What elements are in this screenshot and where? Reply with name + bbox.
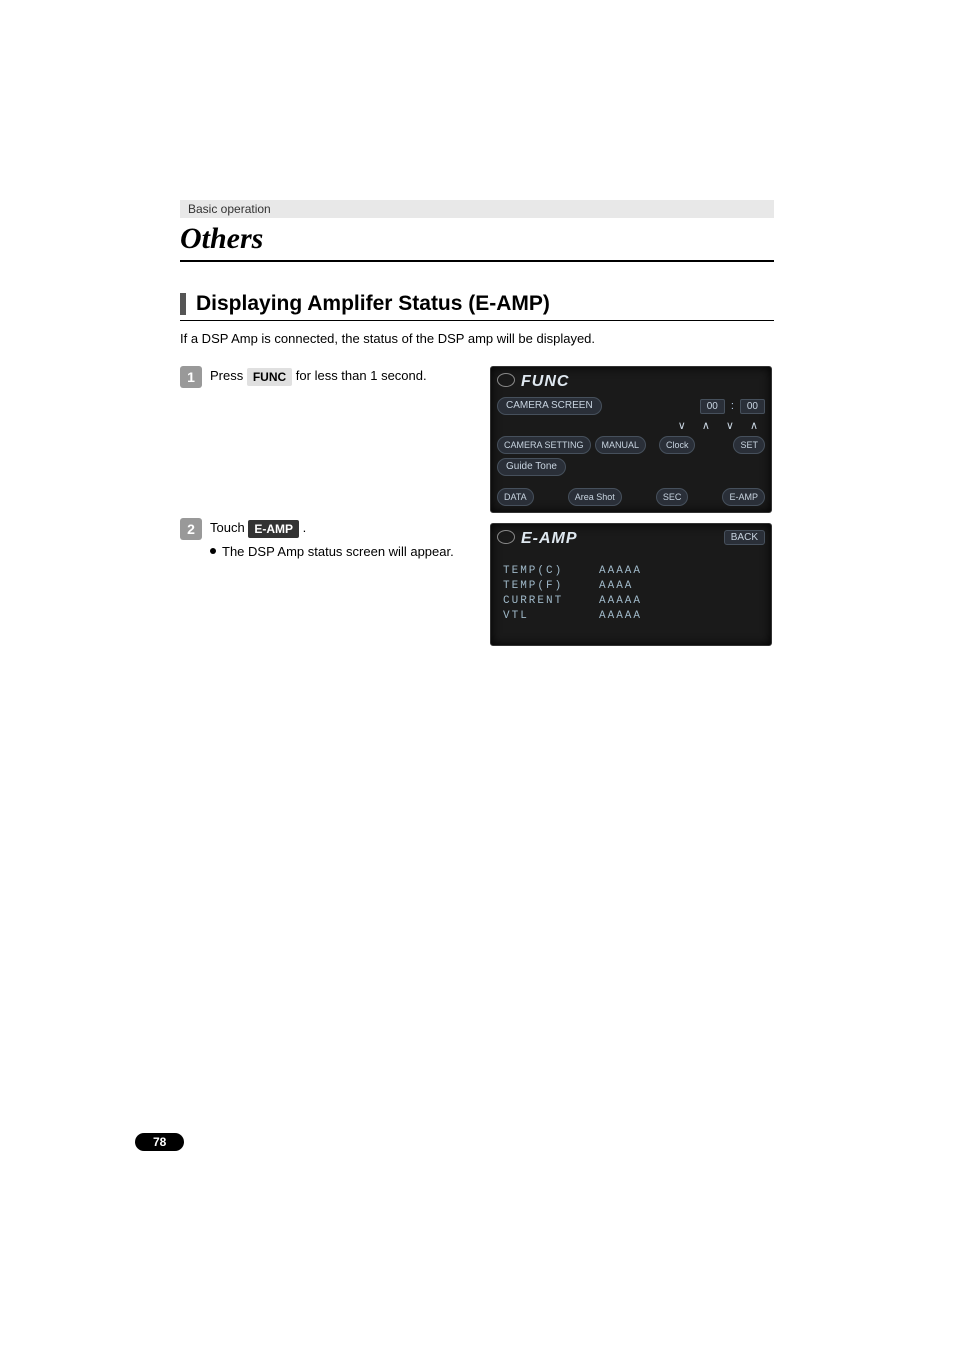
guide-tone-button[interactable]: Guide Tone: [497, 458, 566, 476]
clock-sep: :: [731, 400, 734, 412]
camera-screen-button[interactable]: CAMERA SCREEN: [497, 397, 602, 415]
sec-button[interactable]: SEC: [656, 488, 689, 506]
eamp-screen-title: E-AMP: [521, 530, 578, 547]
status-value: AAAAA: [599, 610, 642, 622]
eamp-screen: E-AMP BACK TEMP(C) AAAAA TEMP(F) AAAA CU…: [490, 523, 772, 646]
status-label: TEMP(C): [503, 565, 583, 577]
area-shot-button[interactable]: Area Shot: [568, 488, 622, 506]
step-1: 1 Press FUNC for less than 1 second.: [180, 366, 460, 388]
clock-hour: 00: [700, 399, 725, 414]
status-value: AAAAA: [599, 595, 642, 607]
status-row-vtl: VTL AAAAA: [503, 610, 759, 622]
step-badge-2: 2: [180, 518, 202, 540]
eamp-key: E-AMP: [248, 520, 299, 538]
chevron-up-icon[interactable]: ∧: [747, 419, 761, 432]
step2-post: .: [303, 520, 307, 535]
camera-setting-button[interactable]: CAMERA SETTING: [497, 436, 591, 454]
step1-post: for less than 1 second.: [296, 368, 427, 383]
manual-button[interactable]: MANUAL: [595, 436, 647, 454]
status-value: AAAA: [599, 580, 633, 592]
chevron-down-icon[interactable]: ∨: [723, 419, 737, 432]
status-row-tempc: TEMP(C) AAAAA: [503, 565, 759, 577]
eye-icon: [497, 530, 515, 544]
status-value: AAAAA: [599, 565, 642, 577]
clock-minute: 00: [740, 399, 765, 414]
section-heading: Displaying Amplifer Status (E-AMP): [196, 292, 550, 316]
status-row-current: CURRENT AAAAA: [503, 595, 759, 607]
status-row-tempf: TEMP(F) AAAA: [503, 580, 759, 592]
title-underline: [180, 260, 774, 262]
data-button[interactable]: DATA: [497, 488, 534, 506]
chevron-down-icon[interactable]: ∨: [675, 419, 689, 432]
status-label: TEMP(F): [503, 580, 583, 592]
func-key: FUNC: [247, 368, 292, 386]
back-button[interactable]: BACK: [724, 530, 765, 545]
step2-pre: Touch: [210, 520, 248, 535]
section-underline: [180, 320, 774, 321]
chevron-up-icon[interactable]: ∧: [699, 419, 713, 432]
step1-pre: Press: [210, 368, 247, 383]
status-label: CURRENT: [503, 595, 583, 607]
step-2: 2 Touch E-AMP . The DSP Amp status scree…: [180, 518, 460, 561]
clock-label: Clock: [659, 436, 696, 454]
func-screen-title: FUNC: [521, 373, 569, 390]
e-amp-button[interactable]: E-AMP: [722, 488, 765, 506]
intro-text: If a DSP Amp is connected, the status of…: [180, 331, 774, 346]
set-button[interactable]: SET: [733, 436, 765, 454]
breadcrumb: Basic operation: [180, 200, 774, 218]
step-badge-1: 1: [180, 366, 202, 388]
status-label: VTL: [503, 610, 583, 622]
bullet-icon: [210, 548, 216, 554]
func-screen: FUNC CAMERA SCREEN 00 : 00 ∨ ∧ ∨ ∧: [490, 366, 772, 513]
page-number: 78: [135, 1133, 184, 1151]
step2-bullet-text: The DSP Amp status screen will appear.: [222, 542, 454, 562]
section-accent-bar: [180, 293, 186, 315]
eye-icon: [497, 373, 515, 387]
page-title: Others: [180, 222, 774, 258]
